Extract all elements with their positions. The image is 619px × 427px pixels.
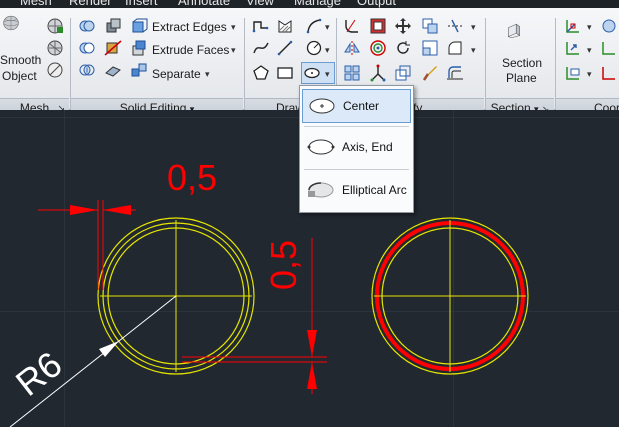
intersect-icon[interactable] bbox=[78, 61, 96, 79]
circle-dropdown-arrow[interactable]: ▾ bbox=[325, 45, 330, 56]
ellipse-axis-end-icon bbox=[307, 139, 335, 155]
trim-icon[interactable] bbox=[446, 17, 464, 35]
separate-dropdown-arrow[interactable]: ▾ bbox=[205, 69, 210, 80]
ucs-dropdown-arrow[interactable]: ▾ bbox=[587, 22, 592, 33]
subtract-icon[interactable] bbox=[78, 39, 96, 57]
separate-icon[interactable] bbox=[130, 61, 148, 79]
match-properties-icon[interactable] bbox=[421, 64, 439, 82]
ucs-view-icon[interactable] bbox=[600, 64, 618, 82]
ucs-named-icon[interactable] bbox=[564, 64, 582, 82]
polyline-icon[interactable] bbox=[252, 17, 270, 35]
tab-view[interactable]: View bbox=[246, 0, 274, 8]
ribbon-tab-bar: Mesh Render Insert Annotate View Manage … bbox=[0, 0, 619, 8]
extrude-faces-dropdown-arrow[interactable]: ▾ bbox=[231, 45, 236, 56]
stretch-icon[interactable] bbox=[394, 64, 412, 82]
shell-icon[interactable] bbox=[369, 17, 387, 35]
tab-output[interactable]: Output bbox=[357, 0, 396, 8]
menu-item-elliptical-arc[interactable]: Elliptical Arc bbox=[302, 174, 411, 208]
rectangle-icon[interactable] bbox=[276, 64, 294, 82]
fillet-edge-icon[interactable] bbox=[446, 39, 464, 57]
hatch-icon[interactable] bbox=[276, 17, 294, 35]
trim-dropdown-arrow[interactable]: ▾ bbox=[471, 22, 476, 33]
extract-edges-label[interactable]: Extract Edges bbox=[152, 20, 227, 34]
ucs-icon[interactable] bbox=[564, 17, 582, 35]
dimension-arrow bbox=[70, 205, 98, 215]
ellipse-dropdown-arrow[interactable]: ▾ bbox=[325, 69, 330, 80]
dimension-arrow bbox=[307, 330, 317, 357]
extrude-faces-label[interactable]: Extrude Faces bbox=[152, 43, 229, 57]
tab-render[interactable]: Render bbox=[69, 0, 112, 8]
vertical-dimension-text: 0,5 bbox=[263, 239, 304, 291]
extrude-faces-icon[interactable] bbox=[130, 39, 148, 57]
circle-icon[interactable] bbox=[305, 39, 323, 57]
tab-annotate[interactable]: Annotate bbox=[178, 0, 230, 8]
ucs-origin-dropdown-arrow[interactable]: ▾ bbox=[587, 45, 592, 56]
separate-label[interactable]: Separate bbox=[152, 67, 201, 81]
elliptical-arc-icon bbox=[308, 182, 334, 198]
mirror-icon[interactable] bbox=[343, 39, 361, 57]
tab-mesh[interactable]: Mesh bbox=[20, 0, 52, 8]
move-icon[interactable] bbox=[394, 17, 412, 35]
ellipse-center-icon bbox=[309, 98, 335, 114]
ucs-world-icon[interactable] bbox=[600, 17, 618, 35]
dimension-arrow bbox=[307, 362, 317, 389]
thicken-icon[interactable] bbox=[104, 61, 122, 79]
slice-icon[interactable] bbox=[104, 39, 122, 57]
fillet-edge-dropdown-arrow[interactable]: ▾ bbox=[471, 45, 476, 56]
copy-icon[interactable] bbox=[421, 17, 439, 35]
extract-edges-icon[interactable] bbox=[130, 17, 148, 35]
polygon-icon[interactable] bbox=[252, 64, 270, 82]
arc-dropdown-arrow[interactable]: ▾ bbox=[325, 22, 330, 33]
tab-insert[interactable]: Insert bbox=[125, 0, 158, 8]
interfere-icon[interactable] bbox=[104, 17, 122, 35]
ucs-x-icon[interactable] bbox=[600, 39, 618, 57]
menu-separator bbox=[304, 169, 409, 170]
union-icon[interactable] bbox=[78, 17, 96, 35]
dimension-arrow bbox=[103, 205, 131, 215]
mesh-uncrease-icon[interactable] bbox=[46, 61, 64, 79]
scale-icon[interactable] bbox=[421, 39, 439, 57]
horizontal-dimension-text: 0,5 bbox=[167, 157, 218, 198]
3d-align-icon[interactable] bbox=[369, 64, 387, 82]
smooth-object-label-1[interactable]: Smooth bbox=[0, 53, 41, 67]
spline-icon[interactable] bbox=[252, 39, 270, 57]
section-plane-label-1[interactable]: Section bbox=[502, 56, 542, 70]
rotate-icon[interactable] bbox=[394, 39, 412, 57]
menu-item-center-label: Center bbox=[343, 99, 380, 113]
mesh-refine-icon[interactable] bbox=[46, 39, 64, 57]
ucs-origin-icon[interactable] bbox=[564, 39, 582, 57]
ucs-named-dropdown-arrow[interactable]: ▾ bbox=[587, 69, 592, 80]
section-plane-label-2[interactable]: Plane bbox=[506, 71, 537, 85]
mesh-crease-icon[interactable] bbox=[46, 17, 64, 35]
fillet-icon[interactable] bbox=[343, 17, 361, 35]
menu-separator bbox=[304, 126, 409, 127]
arc-icon[interactable] bbox=[305, 17, 323, 35]
line-icon[interactable] bbox=[276, 39, 294, 57]
3d-rotate-icon[interactable] bbox=[369, 39, 387, 57]
menu-item-axis-end[interactable]: Axis, End bbox=[302, 131, 411, 165]
smooth-object-icon[interactable] bbox=[2, 14, 36, 48]
smooth-object-label-2[interactable]: Object bbox=[2, 69, 37, 83]
menu-item-elliptical-arc-label: Elliptical Arc bbox=[342, 183, 407, 197]
3d-array-icon[interactable] bbox=[343, 64, 361, 82]
ellipse-dropdown-menu: Center Axis, End Elliptical Arc bbox=[299, 85, 414, 213]
extract-edges-dropdown-arrow[interactable]: ▾ bbox=[231, 22, 236, 33]
menu-item-center[interactable]: Center bbox=[302, 89, 411, 123]
offset-icon[interactable] bbox=[446, 64, 464, 82]
tab-manage[interactable]: Manage bbox=[294, 0, 341, 8]
menu-item-axis-end-label: Axis, End bbox=[342, 140, 393, 154]
section-plane-icon[interactable] bbox=[505, 22, 537, 54]
